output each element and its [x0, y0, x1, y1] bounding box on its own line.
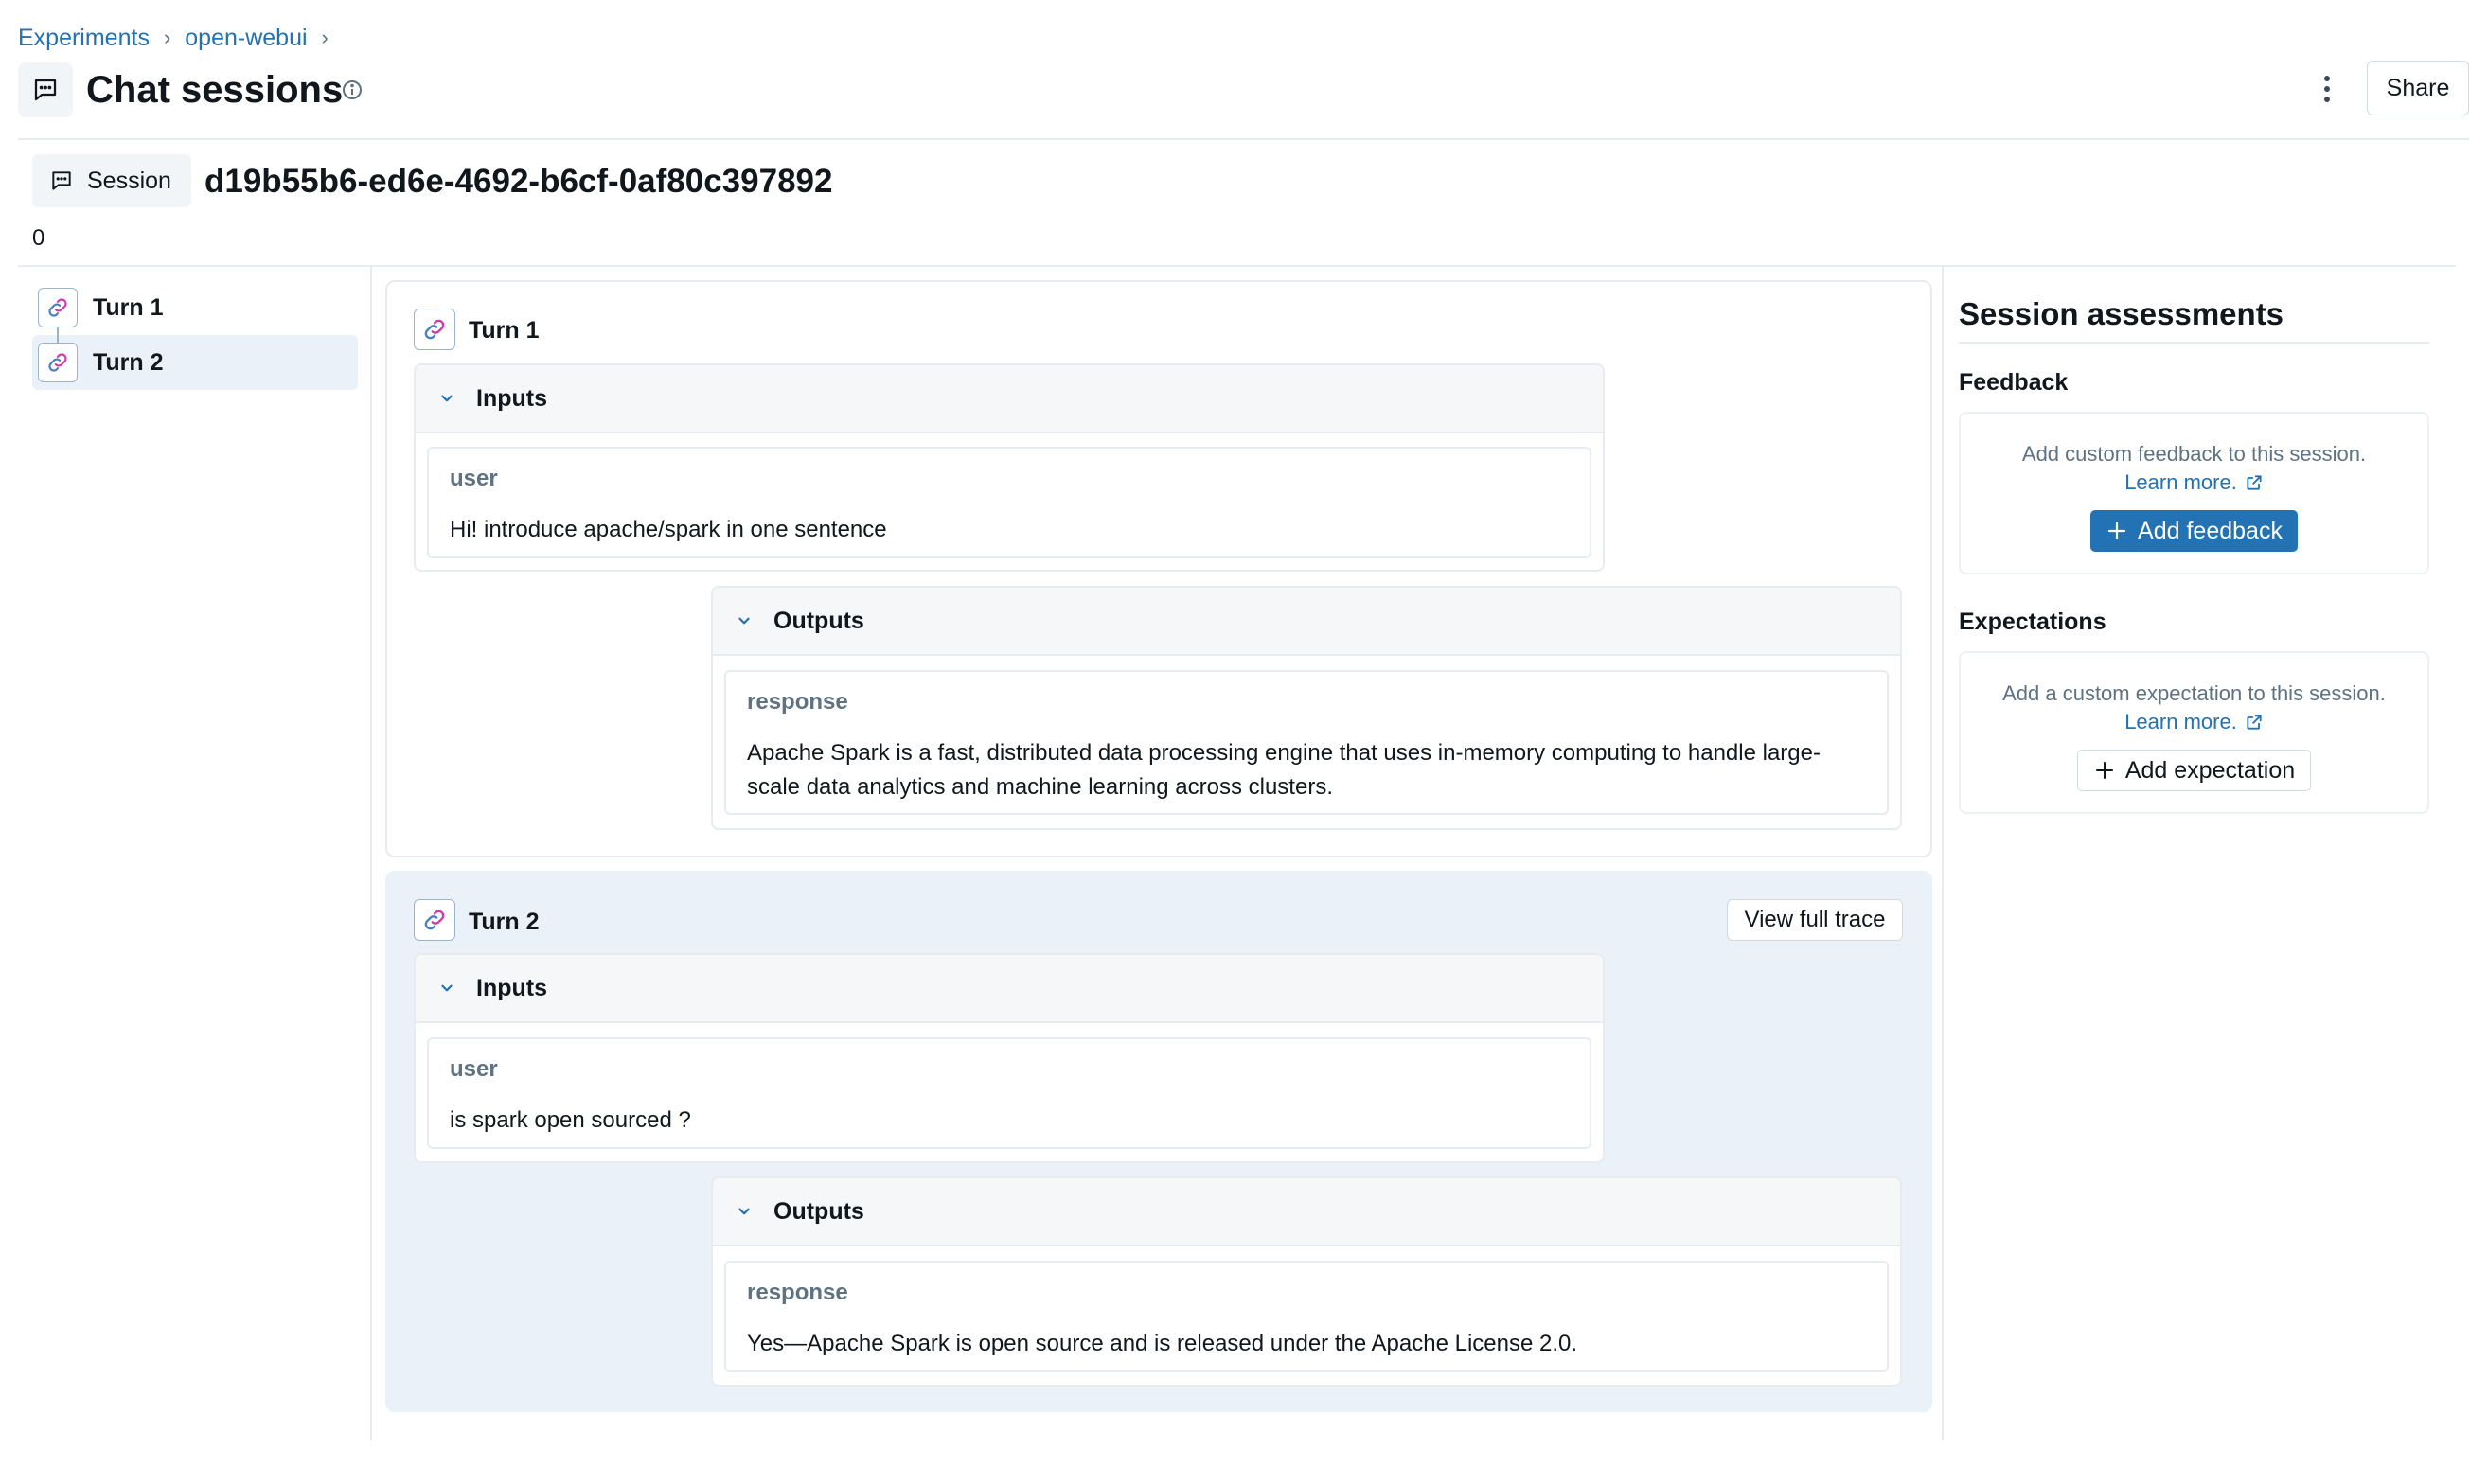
- plus-icon: [2093, 759, 2116, 782]
- learn-more-label: Learn more.: [2124, 470, 2237, 494]
- assessments-column-divider: [1942, 267, 1944, 1440]
- session-count: 0: [32, 225, 45, 251]
- add-expectation-button[interactable]: Add expectation: [2076, 750, 2312, 791]
- chevron-down-icon: [736, 612, 753, 629]
- message-text-line-1: Apache Spark is a fast, distributed data…: [747, 740, 1821, 766]
- nav-item-turn-1[interactable]: Turn 1: [32, 280, 358, 335]
- response-message: response Apache Spark is a fast, distrib…: [724, 670, 1889, 815]
- feedback-description: Add custom feedback to this session.: [2021, 442, 2367, 466]
- turn-title: Turn 1: [469, 317, 540, 344]
- inputs-header: Inputs: [476, 384, 547, 412]
- nav-item-label: Turn 2: [93, 348, 164, 376]
- info-icon[interactable]: [341, 79, 364, 101]
- nav-column-divider: [370, 267, 372, 1440]
- session-id: d19b55b6-ed6e-4692-b6cf-0af80c397892: [204, 163, 833, 200]
- expectations-learn-more-link[interactable]: Learn more.: [2124, 708, 2264, 736]
- expectations-box: Add a custom expectation to this session…: [1959, 651, 2429, 814]
- page-title: Chat sessions: [86, 69, 344, 111]
- link-icon: [38, 288, 78, 327]
- add-expectation-label: Add expectation: [2124, 756, 2296, 784]
- message-text: Yes—Apache Spark is open source and is r…: [747, 1331, 1578, 1356]
- message-text-line-2: scale data analytics and machine learnin…: [747, 774, 1333, 800]
- inputs-header: Inputs: [476, 974, 547, 1001]
- assessments-title: Session assessments: [1959, 296, 2284, 331]
- nav-item-label: Turn 1: [93, 293, 164, 321]
- breadcrumb: Experiments › open-webui ›: [18, 25, 343, 51]
- add-feedback-button[interactable]: Add feedback: [2090, 510, 2298, 552]
- link-icon: [38, 343, 78, 382]
- feedback-box: Add custom feedback to this session. Lea…: [1959, 412, 2429, 574]
- feedback-learn-more-link[interactable]: Learn more.: [2124, 468, 2264, 497]
- nav-item-turn-2[interactable]: Turn 2: [32, 335, 358, 390]
- outputs-toggle[interactable]: Outputs: [713, 588, 1900, 656]
- add-feedback-label: Add feedback: [2138, 517, 2283, 544]
- message-role: user: [450, 1056, 498, 1082]
- breadcrumb-separator: ›: [163, 26, 171, 49]
- session-divider: [18, 265, 2456, 267]
- message-text: Hi! introduce apache/spark in one senten…: [450, 517, 887, 542]
- message-text: is spark open sourced ?: [450, 1107, 691, 1133]
- kebab-menu-icon[interactable]: [2310, 70, 2344, 108]
- session-tag: Session: [32, 154, 191, 207]
- assessments-divider: [1959, 342, 2429, 344]
- learn-more-label: Learn more.: [2124, 710, 2237, 733]
- chat-bubble-icon: [49, 168, 74, 193]
- feedback-title: Feedback: [1959, 369, 2069, 396]
- message-role: response: [747, 1280, 848, 1305]
- header-divider: [18, 138, 2469, 140]
- chevron-down-icon: [438, 390, 455, 407]
- response-message: response Yes—Apache Spark is open source…: [724, 1261, 1889, 1372]
- session-tag-label: Session: [87, 167, 171, 194]
- breadcrumb-separator: ›: [321, 26, 329, 49]
- user-message: user Hi! introduce apache/spark in one s…: [427, 447, 1591, 558]
- chevron-down-icon: [736, 1203, 753, 1220]
- chevron-down-icon: [438, 980, 455, 997]
- view-full-trace-button[interactable]: View full trace: [1727, 899, 1903, 941]
- inputs-toggle[interactable]: Inputs: [416, 365, 1603, 433]
- external-link-icon: [2245, 713, 2264, 732]
- share-button[interactable]: Share: [2367, 61, 2469, 115]
- message-role: response: [747, 689, 848, 715]
- expectations-title: Expectations: [1959, 609, 2106, 635]
- message-role: user: [450, 466, 498, 491]
- expectations-description: Add a custom expectation to this session…: [2002, 681, 2386, 705]
- breadcrumb-experiments[interactable]: Experiments: [18, 25, 150, 52]
- inputs-toggle[interactable]: Inputs: [416, 955, 1603, 1023]
- outputs-header: Outputs: [773, 607, 864, 634]
- turn-title: Turn 2: [469, 909, 540, 935]
- chat-bubble-icon: [18, 62, 73, 117]
- external-link-icon: [2245, 473, 2264, 492]
- link-icon: [414, 899, 455, 941]
- outputs-header: Outputs: [773, 1197, 864, 1225]
- plus-icon: [2106, 520, 2128, 542]
- link-icon: [414, 309, 455, 350]
- outputs-toggle[interactable]: Outputs: [713, 1178, 1900, 1246]
- breadcrumb-open-webui[interactable]: open-webui: [185, 25, 307, 52]
- user-message: user is spark open sourced ?: [427, 1037, 1591, 1149]
